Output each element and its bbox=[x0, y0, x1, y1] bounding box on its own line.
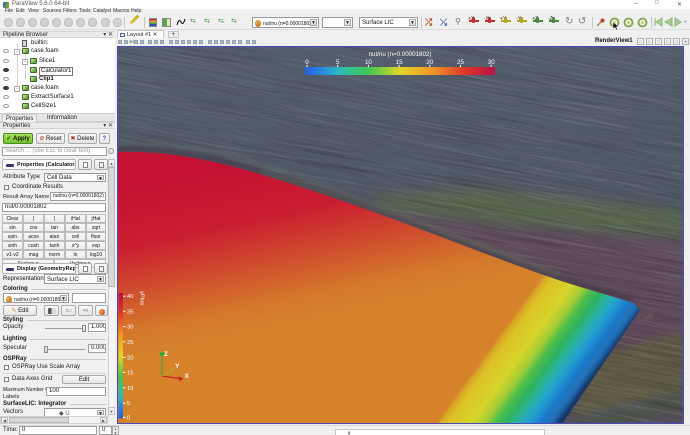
svg-text:10: 10 bbox=[127, 386, 133, 392]
svg-text:X: X bbox=[185, 373, 190, 380]
svg-text:5: 5 bbox=[127, 401, 130, 407]
svg-text:yPlus: yPlus bbox=[139, 291, 145, 305]
svg-text:20: 20 bbox=[127, 355, 133, 361]
svg-text:Y: Y bbox=[175, 363, 180, 370]
svg-text:0: 0 bbox=[127, 415, 130, 421]
svg-text:Z: Z bbox=[164, 351, 168, 358]
svg-text:25: 25 bbox=[127, 340, 133, 346]
svg-text:35: 35 bbox=[127, 309, 133, 315]
svg-text:15: 15 bbox=[127, 370, 133, 376]
svg-text:30: 30 bbox=[127, 325, 133, 331]
svg-text:40: 40 bbox=[127, 294, 133, 300]
svg-text:nut/nu (n=0.00001802): nut/nu (n=0.00001802) bbox=[369, 51, 432, 58]
